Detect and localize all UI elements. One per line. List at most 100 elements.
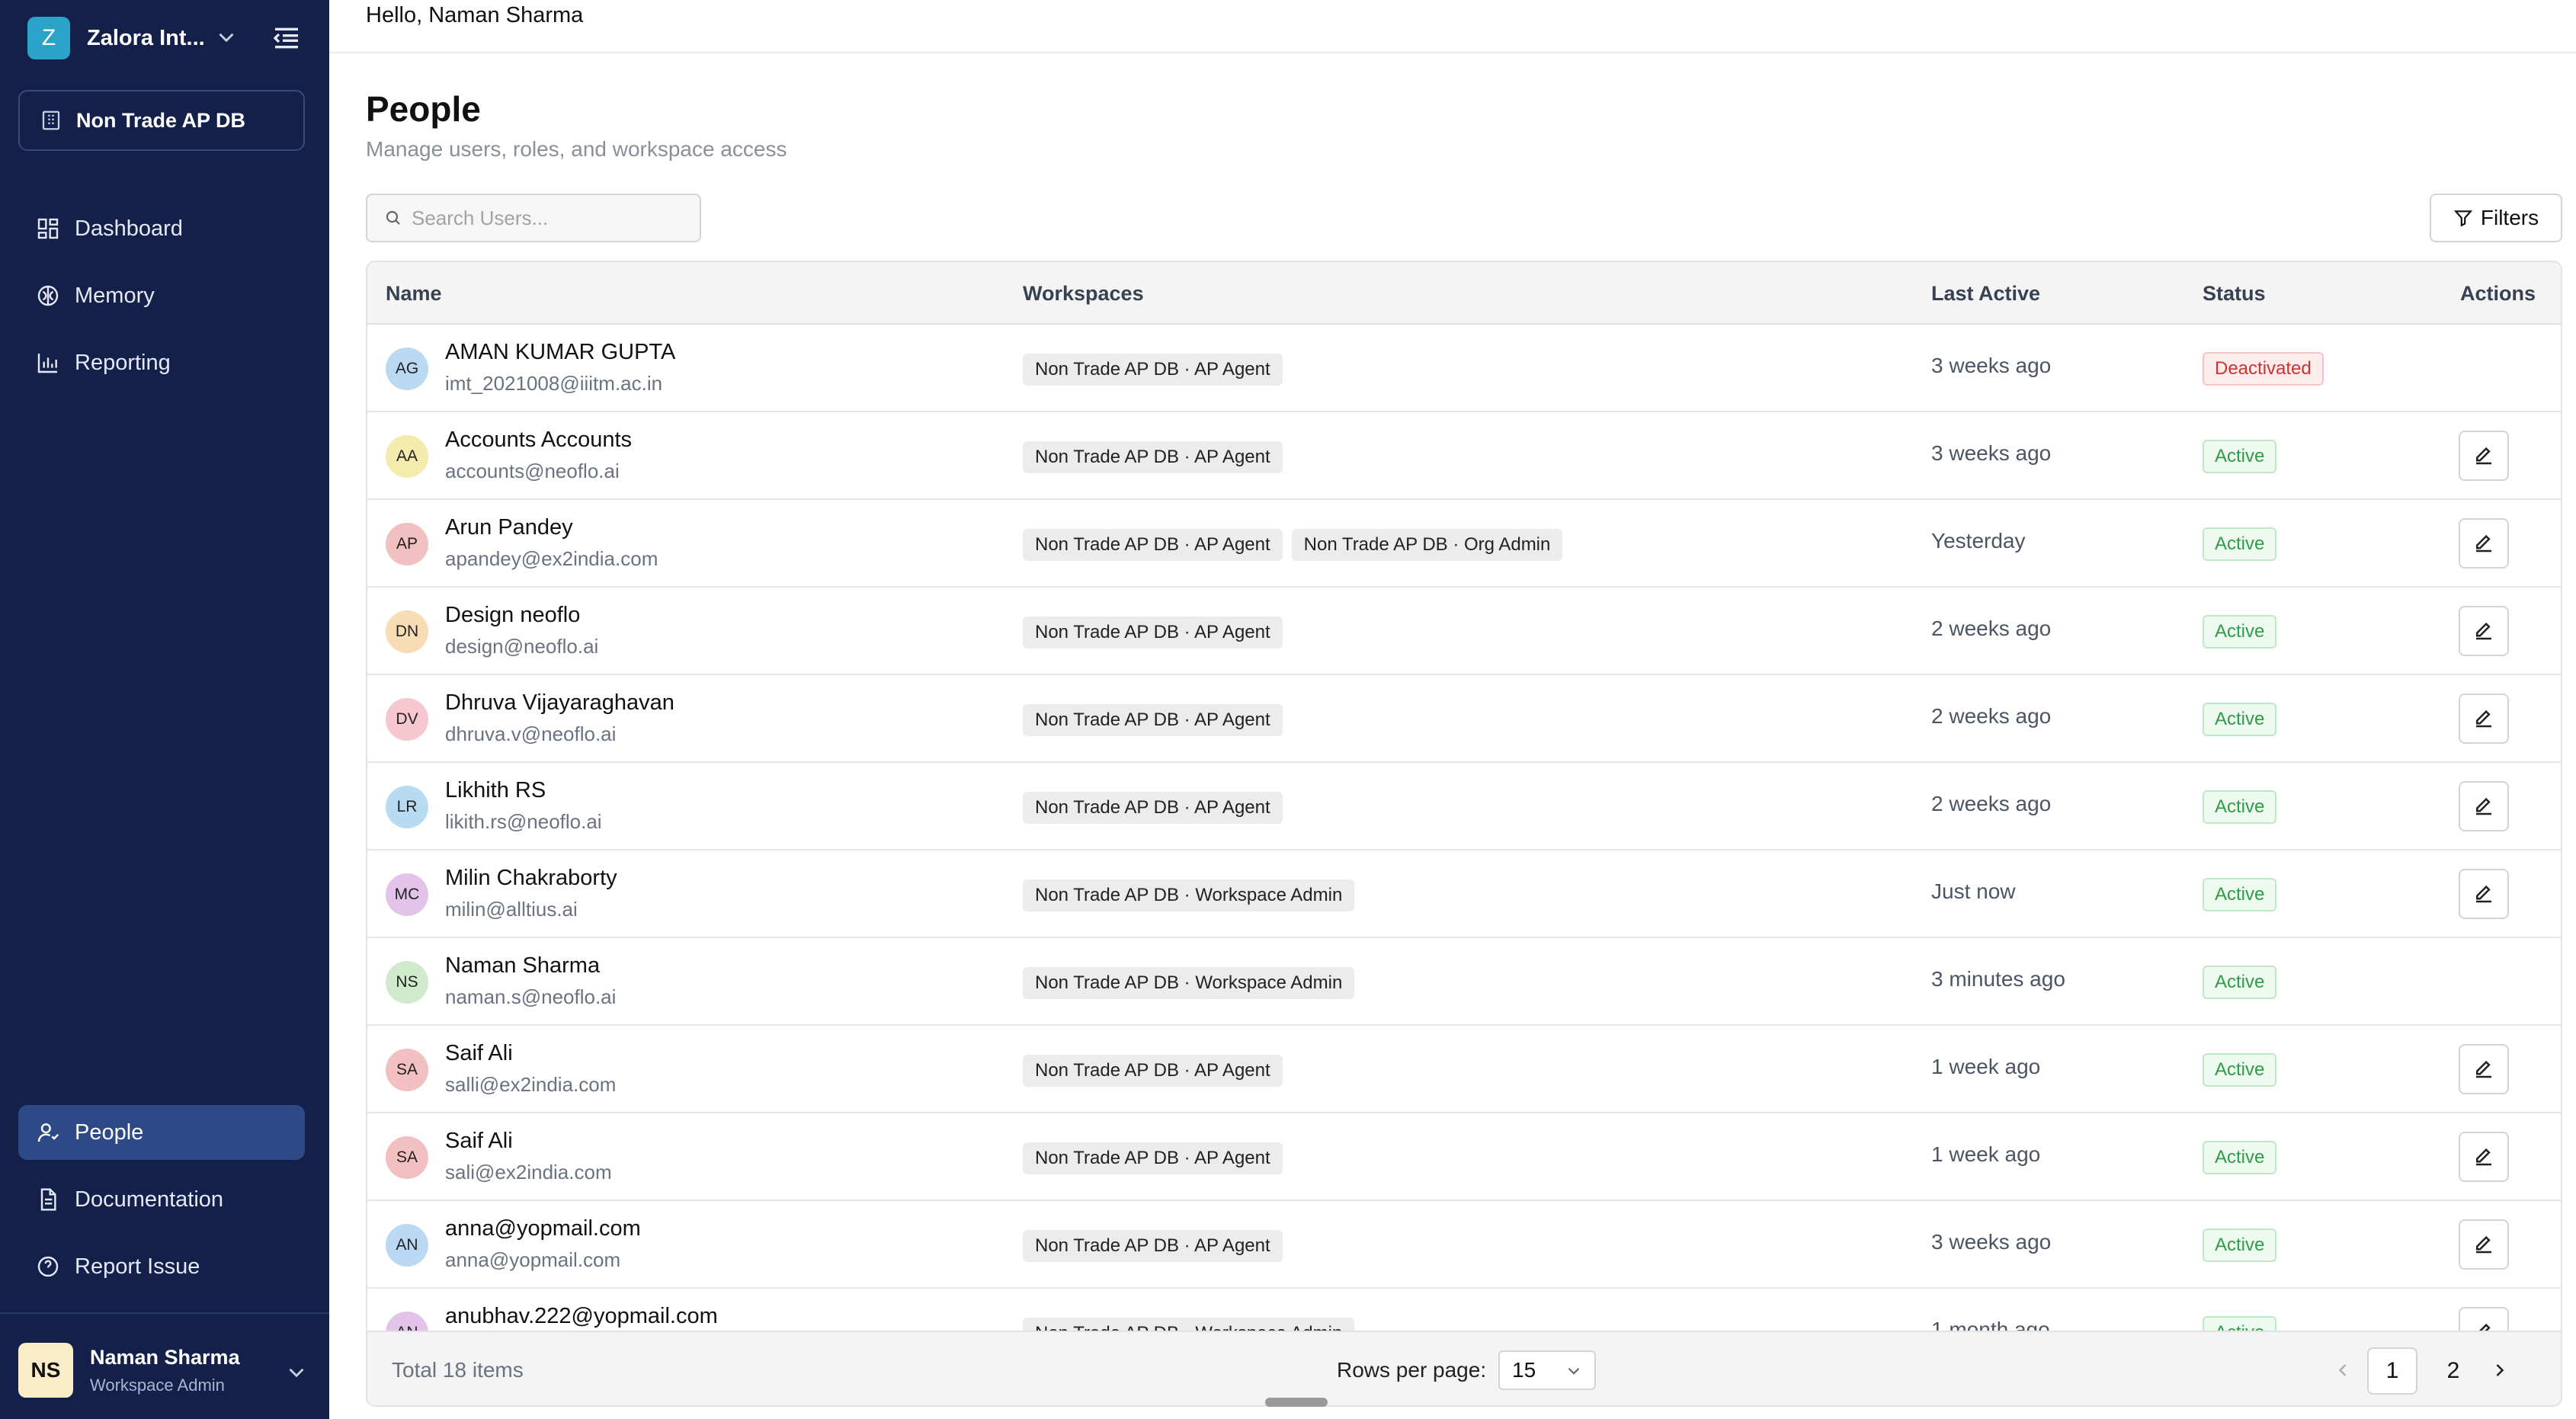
nav-item-report-issue[interactable]: Report Issue: [18, 1239, 305, 1294]
org-name: Zalora Int...: [87, 25, 205, 50]
rows-per-page-label: Rows per page:: [1337, 1358, 1487, 1382]
workspace-tags: Non Trade AP DB · AP Agent: [1023, 1230, 1283, 1262]
filters-button[interactable]: Filters: [2430, 194, 2562, 242]
edit-icon: [2476, 1148, 2491, 1166]
brain-icon: [37, 285, 59, 306]
grid-icon: [37, 218, 59, 239]
avatar: SA: [386, 1136, 428, 1179]
prev-page-button[interactable]: [2324, 1352, 2361, 1389]
nav-item-people[interactable]: People: [18, 1105, 305, 1160]
page-button-1[interactable]: 1: [2367, 1347, 2417, 1395]
user-email: milin@alltius.ai: [445, 898, 578, 921]
avatar: DN: [386, 610, 428, 653]
status-badge: Active: [2203, 615, 2277, 649]
user-email: dhruva.v@neoflo.ai: [445, 722, 617, 745]
edit-user-button[interactable]: [2459, 431, 2509, 481]
edit-user-button[interactable]: [2459, 1044, 2509, 1094]
user-name: Milin Chakraborty: [445, 866, 617, 890]
search-box[interactable]: [366, 194, 701, 242]
table-row: AG AMAN KUMAR GUPTA imt_2021008@iiitm.ac.i…: [367, 325, 2561, 412]
workspace-tag: Non Trade AP DB · AP Agent: [1023, 441, 1283, 473]
status-badge: Active: [2203, 790, 2277, 824]
table-body: AG AMAN KUMAR GUPTA imt_2021008@iiitm.ac.i…: [367, 325, 2561, 1393]
edit-icon: [2476, 622, 2491, 640]
last-active: 2 weeks ago: [1931, 704, 2052, 728]
chevron-right-icon: [2496, 1364, 2504, 1376]
chevron-down-icon[interactable]: [213, 24, 239, 50]
edit-user-button[interactable]: [2459, 518, 2509, 569]
last-active: Just now: [1931, 879, 2016, 903]
workspace-tags: Non Trade AP DB · AP Agent: [1023, 1142, 1283, 1174]
status-badge: Active: [2203, 1228, 2277, 1262]
avatar: LR: [386, 786, 428, 828]
horizontal-scroll-handle[interactable]: [1265, 1398, 1328, 1407]
nav-item-dashboard[interactable]: Dashboard: [18, 201, 305, 256]
user-name: Likhith RS: [445, 778, 546, 802]
total-items: Total 18 items: [392, 1358, 524, 1382]
workspace-tag: Non Trade AP DB · AP Agent: [1023, 704, 1283, 736]
nav-label: Documentation: [75, 1187, 224, 1212]
next-page-button[interactable]: [2481, 1352, 2518, 1389]
edit-user-button[interactable]: [2459, 1219, 2509, 1270]
edit-icon: [2476, 534, 2491, 553]
edit-icon: [2476, 797, 2491, 815]
workspace-tags: Non Trade AP DB · AP Agent: [1023, 704, 1283, 736]
status-badge: Active: [2203, 878, 2277, 911]
page-button-2[interactable]: 2: [2428, 1347, 2478, 1395]
user-name: Design neoflo: [445, 603, 581, 627]
workspace-tag: Non Trade AP DB · Workspace Admin: [1023, 967, 1355, 999]
chevron-left-icon: [2338, 1364, 2347, 1376]
column-header-last-active[interactable]: Last Active: [1931, 282, 2040, 306]
user-role: Workspace Admin: [90, 1375, 225, 1395]
last-active: 3 weeks ago: [1931, 441, 2052, 465]
user-email: accounts@neoflo.ai: [445, 460, 620, 482]
nav-label: Reporting: [75, 350, 171, 375]
workspace-tags: Non Trade AP DB · AP Agent: [1023, 617, 1283, 649]
nav-item-reporting[interactable]: Reporting: [18, 335, 305, 390]
edit-user-button[interactable]: [2459, 606, 2509, 656]
table-row: MC Milin Chakraborty milin@alltius.ai Non T…: [367, 850, 2561, 938]
divider: [0, 1312, 329, 1314]
column-header-name[interactable]: Name: [386, 282, 442, 306]
filter-icon: [2453, 210, 2473, 227]
user-name: anubhav.222@yopmail.com: [445, 1304, 718, 1328]
user-name: Saif Ali: [445, 1129, 513, 1153]
user-name: Naman Sharma: [445, 953, 601, 978]
workspace-tag: Non Trade AP DB · AP Agent: [1023, 1055, 1283, 1087]
top-bar: Hello, Naman Sharma: [329, 0, 2576, 53]
user-email: imt_2021008@iiitm.ac.in: [445, 372, 663, 395]
status-badge: Active: [2203, 527, 2277, 561]
status-badge: Active: [2203, 1053, 2277, 1087]
avatar: DV: [386, 698, 428, 741]
user-name: Naman Sharma: [90, 1345, 240, 1369]
org-switcher[interactable]: Z Zalora Int...: [27, 17, 205, 59]
table-row: AA Accounts Accounts accounts@neoflo.ai Non…: [367, 412, 2561, 500]
edit-user-button[interactable]: [2459, 781, 2509, 831]
workspace-tags: Non Trade AP DB · Workspace Admin: [1023, 879, 1355, 911]
chevron-down-icon: [1568, 1367, 1580, 1375]
workspace-tag: Non Trade AP DB · AP Agent: [1023, 1230, 1283, 1262]
workspace-tag: Non Trade AP DB · Org Admin: [1291, 529, 1563, 561]
nav-item-memory[interactable]: Memory: [18, 268, 305, 323]
user-menu[interactable]: NS Naman Sharma Workspace Admin: [18, 1343, 240, 1398]
table-header: Name Workspaces Last Active Status Actio…: [367, 262, 2561, 325]
nav-label: Report Issue: [75, 1254, 200, 1279]
collapse-sidebar-icon[interactable]: [271, 23, 302, 53]
status-badge: Active: [2203, 966, 2277, 999]
column-header-status[interactable]: Status: [2203, 282, 2266, 306]
chevron-down-icon[interactable]: [284, 1360, 309, 1385]
nav-item-documentation[interactable]: Documentation: [18, 1172, 305, 1227]
edit-user-button[interactable]: [2459, 693, 2509, 744]
workspace-selector[interactable]: Non Trade AP DB: [18, 90, 305, 151]
user-icon: [37, 1123, 59, 1142]
column-header-workspaces[interactable]: Workspaces: [1023, 282, 1144, 306]
rows-per-page-select[interactable]: 15: [1498, 1350, 1596, 1390]
avatar: AA: [386, 435, 428, 478]
user-email: naman.s@neoflo.ai: [445, 985, 617, 1008]
search-input[interactable]: [412, 206, 686, 230]
edit-user-button[interactable]: [2459, 1132, 2509, 1182]
avatar: NS: [18, 1343, 73, 1398]
user-name: AMAN KUMAR GUPTA: [445, 340, 676, 364]
table-row: DN Design neoflo design@neoflo.ai Non Trade…: [367, 588, 2561, 675]
edit-user-button[interactable]: [2459, 869, 2509, 919]
